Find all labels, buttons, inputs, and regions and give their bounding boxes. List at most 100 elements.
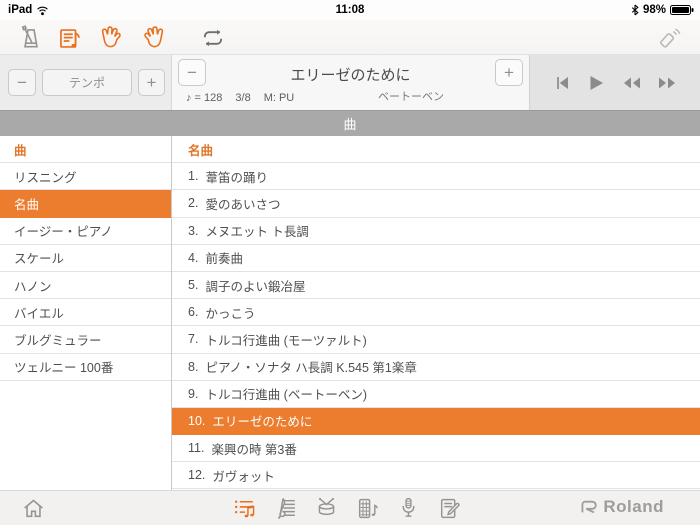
bottom-toolbar: Roland — [0, 490, 700, 525]
song-list-item[interactable]: 7. トルコ行進曲 (モーツァルト) — [172, 326, 700, 353]
song-list-item[interactable]: 2. 愛のあいさつ — [172, 190, 700, 217]
song-list-item[interactable]: 11. 楽興の時 第3番 — [172, 435, 700, 462]
time-signature: 3/8 — [235, 92, 250, 104]
song-title-text: かっこう — [205, 303, 255, 322]
clock: 11:08 — [0, 4, 700, 16]
song-number: 8. — [188, 360, 198, 374]
section-title: 曲 — [343, 114, 356, 133]
tempo-minus-button[interactable]: − — [8, 69, 36, 96]
rewind-icon[interactable] — [622, 76, 641, 90]
song-number: 7. — [188, 332, 198, 346]
song-number: 6. — [188, 305, 198, 319]
category-label: スケール — [14, 248, 64, 267]
song-title-text: トルコ行進曲 (モーツァルト) — [205, 330, 366, 349]
song-title-text: 前奏曲 — [205, 248, 243, 267]
sidebar-item[interactable]: スケール — [0, 245, 171, 272]
category-label: ハノン — [14, 276, 52, 295]
measure-indicator: M: PU — [264, 92, 295, 104]
song-title-text: 調子のよい鍛冶屋 — [205, 276, 305, 295]
song-list-item[interactable]: 8. ピアノ・ソナタ ハ長調 K.545 第1楽章 — [172, 354, 700, 381]
sidebar-header: 曲 — [0, 136, 171, 163]
song-title-text: トルコ行進曲 (ベートーベン) — [205, 384, 367, 403]
keyboard-note-icon[interactable] — [354, 495, 380, 521]
song-number: 12. — [188, 468, 205, 482]
song-number: 3. — [188, 224, 198, 238]
song-title-text: メヌエット ト長調 — [205, 221, 308, 240]
roland-logo: Roland — [579, 497, 664, 517]
sidebar-item[interactable]: ブルグミュラー — [0, 326, 171, 353]
home-icon[interactable] — [20, 495, 46, 521]
sidebar-item[interactable]: バイエル — [0, 299, 171, 326]
score-note-icon[interactable] — [56, 24, 84, 52]
song-prev-button[interactable]: − — [178, 59, 206, 86]
category-sidebar: 曲 リスニング名曲イージー・ピアノスケールハノンバイエルブルグミュラーツェルニー… — [0, 136, 172, 490]
skip-start-icon[interactable] — [554, 75, 570, 91]
song-number: 5. — [188, 278, 198, 292]
right-hand-icon[interactable] — [139, 24, 167, 52]
sidebar-item[interactable]: ツェルニー 100番 — [0, 354, 171, 381]
sidebar-item[interactable]: イージー・ピアノ — [0, 218, 171, 245]
song-title-text: エリーゼのために — [212, 411, 312, 430]
top-toolbar — [0, 20, 700, 55]
app-screen: iPad 11:08 98% — [0, 0, 700, 525]
song-number: 9. — [188, 387, 198, 401]
song-title-text: 楽興の時 第3番 — [211, 439, 296, 458]
section-title-bar: 曲 — [0, 110, 700, 136]
score-icon[interactable] — [272, 495, 298, 521]
song-title-text: ガヴォット — [212, 466, 275, 485]
wireless-device-icon[interactable] — [655, 24, 683, 52]
battery-icon — [670, 5, 694, 15]
tempo-plus-button[interactable]: + — [138, 69, 165, 96]
song-number: 11. — [188, 441, 204, 455]
transport-panel — [530, 55, 700, 110]
brand-name: Roland — [603, 497, 664, 517]
status-bar: iPad 11:08 98% — [0, 0, 700, 20]
song-info: ♪ = 128 3/8 M: PU — [186, 92, 294, 104]
control-row: − テンポ + − エリーゼのために ♪ = 128 3/8 M: PU ベート… — [0, 55, 700, 110]
song-list-icon[interactable] — [231, 495, 257, 521]
song-composer: ベートーベン — [378, 88, 444, 104]
song-number: 2. — [188, 196, 198, 210]
bluetooth-icon — [631, 4, 639, 16]
microphone-icon[interactable] — [395, 495, 421, 521]
content: 曲 リスニング名曲イージー・ピアノスケールハノンバイエルブルグミュラーツェルニー… — [0, 136, 700, 490]
song-list-item[interactable]: 6. かっこう — [172, 299, 700, 326]
repeat-icon[interactable] — [199, 24, 227, 52]
song-list-item[interactable]: 3. メヌエット ト長調 — [172, 218, 700, 245]
left-hand-icon[interactable] — [97, 24, 125, 52]
song-header-panel: − エリーゼのために ♪ = 128 3/8 M: PU ベートーベン + — [172, 55, 530, 110]
category-label: イージー・ピアノ — [14, 221, 113, 240]
category-label: ブルグミュラー — [14, 330, 102, 349]
category-label: ツェルニー 100番 — [14, 357, 113, 376]
song-number: 10. — [188, 414, 205, 428]
song-list-item[interactable]: 12. ガヴォット — [172, 462, 700, 489]
song-title-text: 葦笛の踊り — [205, 167, 268, 186]
fast-forward-icon[interactable] — [658, 76, 677, 90]
song-list-item[interactable]: 1. 葦笛の踊り — [172, 163, 700, 190]
song-next-button[interactable]: + — [495, 59, 523, 86]
battery-percent: 98% — [643, 4, 666, 16]
tempo-button[interactable]: テンポ — [42, 69, 132, 96]
song-list-header: 名曲 — [172, 136, 700, 163]
sidebar-item[interactable]: ハノン — [0, 272, 171, 299]
song-number: 4. — [188, 251, 198, 265]
song-list-item[interactable]: 5. 調子のよい鍛冶屋 — [172, 272, 700, 299]
category-label: バイエル — [14, 303, 64, 322]
song-number: 1. — [188, 169, 198, 183]
song-title-text: ピアノ・ソナタ ハ長調 K.545 第1楽章 — [205, 357, 416, 376]
drum-icon[interactable] — [313, 495, 339, 521]
memo-icon[interactable] — [436, 495, 462, 521]
sidebar-item[interactable]: リスニング — [0, 163, 171, 190]
song-list-item[interactable]: 10. エリーゼのために — [172, 408, 700, 435]
song-title-text: 愛のあいさつ — [205, 194, 280, 213]
tempo-panel: − テンポ + — [0, 55, 172, 110]
category-label: 名曲 — [14, 194, 39, 213]
song-title: エリーゼのために — [212, 64, 489, 85]
metronome-icon[interactable] — [17, 24, 45, 52]
song-list-pane: 名曲 1. 葦笛の踊り 2. 愛のあいさつ 3. メヌエット ト長調 4. 前奏曲 5. 調子のよ… — [172, 136, 700, 490]
song-list-item[interactable]: 4. 前奏曲 — [172, 245, 700, 272]
song-list-item[interactable]: 9. トルコ行進曲 (ベートーベン) — [172, 381, 700, 408]
category-label: リスニング — [14, 167, 77, 186]
sidebar-item[interactable]: 名曲 — [0, 190, 171, 217]
play-icon[interactable] — [587, 74, 605, 92]
